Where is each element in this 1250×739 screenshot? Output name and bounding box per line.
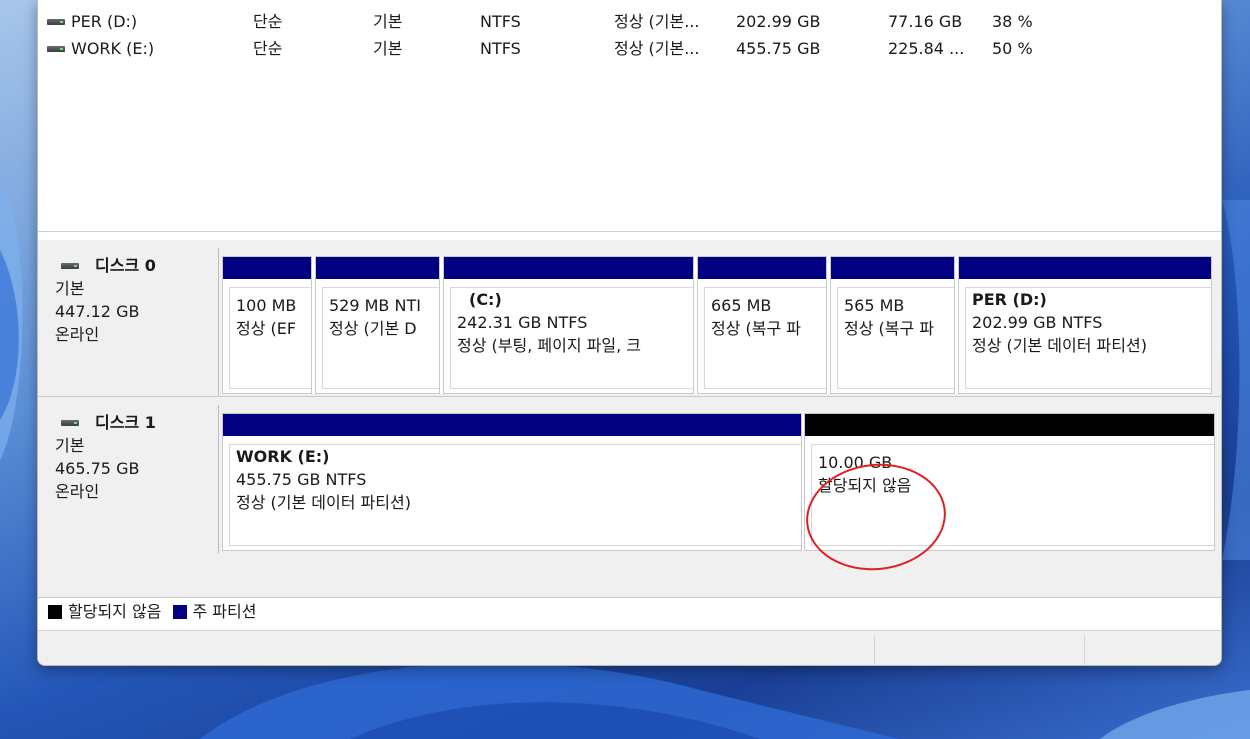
partition[interactable]: 100 MB 정상 (EF (222, 256, 312, 394)
partition-body: 100 MB 정상 (EF (229, 287, 311, 389)
disk-row-1: 디스크 1 기본 465.75 GB 온라인 WORK (E:) 455.75 … (38, 396, 1221, 553)
partition-name: WORK (E:) (236, 447, 330, 466)
partition-status: 정상 (기본 데이터 파티션) (236, 493, 411, 512)
partition-status: 정상 (EF (236, 319, 297, 338)
partition-bar (444, 257, 693, 279)
partition-body: (C:) 242.31 GB NTFS 정상 (부팅, 페이지 파일, 크 (450, 287, 693, 389)
partition-size: 565 MB (844, 296, 905, 315)
legend: 할당되지 않음 주 파티션 (38, 597, 1221, 625)
partition-body: 529 MB NTI 정상 (기본 D (322, 287, 439, 389)
disk-icon (61, 263, 79, 269)
drive-icon (47, 46, 65, 52)
volume-filesystem: NTFS (480, 12, 521, 31)
disk-state: 온라인 (55, 482, 100, 501)
volume-layout: 단순 (253, 12, 283, 31)
disk-title-wrap: 디스크 0 (55, 254, 218, 277)
partition-size: 529 MB NTI (329, 296, 421, 315)
disk-title: 디스크 0 (95, 256, 156, 275)
partition-bar (223, 414, 801, 436)
partition[interactable]: 665 MB 정상 (복구 파 (697, 256, 827, 394)
partition-body: 565 MB 정상 (복구 파 (837, 287, 954, 389)
volume-free-space: 77.16 GB (888, 12, 963, 31)
disk-title-wrap: 디스크 1 (55, 411, 218, 434)
volume-layout: 단순 (253, 39, 283, 58)
partition-bar (959, 257, 1211, 279)
primary-swatch (172, 605, 187, 619)
volume-row[interactable]: WORK (E:) 단순 기본 NTFS 정상 (기본... 455.75 GB… (38, 36, 1221, 62)
partition-strip: 100 MB 정상 (EF 529 MB NTI 정상 (기본 D (C:) 2… (222, 256, 1212, 394)
partition[interactable]: 565 MB 정상 (복구 파 (830, 256, 955, 394)
volume-type: 기본 (373, 39, 403, 58)
disk-state: 온라인 (55, 325, 100, 344)
disk-size: 447.12 GB (55, 302, 140, 321)
volume-free-percent: 38 % (992, 12, 1033, 31)
volume-type: 기본 (373, 12, 403, 31)
partition[interactable]: (C:) 242.31 GB NTFS 정상 (부팅, 페이지 파일, 크 (443, 256, 694, 394)
unallocated-swatch (48, 605, 62, 619)
disk-icon (61, 420, 79, 426)
partition-body: 665 MB 정상 (복구 파 (704, 287, 826, 389)
partition-size: 665 MB (711, 296, 772, 315)
partition-status: 정상 (복구 파 (844, 319, 935, 338)
partition-status: 정상 (기본 데이터 파티션) (972, 336, 1147, 355)
volume-name: PER (D:) (71, 12, 138, 31)
partition[interactable]: PER (D:) 202.99 GB NTFS 정상 (기본 데이터 파티션) (958, 256, 1212, 394)
partition[interactable]: WORK (E:) 455.75 GB NTFS 정상 (기본 데이터 파티션) (222, 413, 802, 551)
partition-status: 할당되지 않음 (818, 476, 912, 495)
partition-name: PER (D:) (972, 290, 1047, 309)
disk-type: 기본 (55, 279, 85, 298)
volume-row[interactable]: PER (D:) 단순 기본 NTFS 정상 (기본... 202.99 GB … (38, 9, 1221, 35)
partition-status: 정상 (기본 D (329, 319, 417, 338)
volume-filesystem: NTFS (480, 39, 521, 58)
volume-name: WORK (E:) (71, 39, 155, 58)
legend-unallocated: 할당되지 않음 (68, 602, 162, 621)
status-bar (38, 630, 1221, 665)
partition-bar (805, 414, 1214, 436)
partition-size: 100 MB (236, 296, 297, 315)
partition-name: (C:) (469, 290, 502, 309)
partition-strip: WORK (E:) 455.75 GB NTFS 정상 (기본 데이터 파티션)… (222, 413, 1215, 551)
volume-capacity: 202.99 GB (736, 12, 821, 31)
partition-status: 정상 (복구 파 (711, 319, 802, 338)
legend-primary: 주 파티션 (192, 602, 257, 621)
partition-bar (831, 257, 954, 279)
partition-body: 10.00 GB 할당되지 않음 (811, 444, 1214, 546)
volume-status: 정상 (기본... (614, 12, 700, 31)
partition-size: 10.00 GB (818, 453, 893, 472)
partition-body: WORK (E:) 455.75 GB NTFS 정상 (기본 데이터 파티션) (229, 444, 801, 546)
status-cell (874, 635, 1084, 665)
graphical-disk-view: 디스크 0 기본 447.12 GB 온라인 100 MB 정상 (EF 529… (38, 240, 1221, 600)
disk-title: 디스크 1 (95, 413, 156, 432)
status-cell (1084, 635, 1221, 665)
partition-bar (698, 257, 826, 279)
partition-bar (316, 257, 439, 279)
partition-bar (223, 257, 311, 279)
partition-status: 정상 (부팅, 페이지 파일, 크 (457, 336, 641, 355)
disk-row-0: 디스크 0 기본 447.12 GB 온라인 100 MB 정상 (EF 529… (38, 240, 1221, 396)
disk-label[interactable]: 디스크 1 기본 465.75 GB 온라인 (41, 405, 219, 553)
drive-icon (47, 19, 65, 25)
partition[interactable]: 529 MB NTI 정상 (기본 D (315, 256, 440, 394)
unallocated-space[interactable]: 10.00 GB 할당되지 않음 (804, 413, 1215, 551)
disk-size: 465.75 GB (55, 459, 140, 478)
partition-size: 202.99 GB NTFS (972, 313, 1103, 332)
disk-type: 기본 (55, 436, 85, 455)
volume-status: 정상 (기본... (614, 39, 700, 58)
disk-management-window: PER (D:) 단순 기본 NTFS 정상 (기본... 202.99 GB … (37, 0, 1222, 666)
partition-size: 242.31 GB NTFS (457, 313, 588, 332)
partition-size: 455.75 GB NTFS (236, 470, 367, 489)
volume-list: PER (D:) 단순 기본 NTFS 정상 (기본... 202.99 GB … (38, 0, 1221, 232)
volume-free-space: 225.84 ... (888, 39, 965, 58)
partition-body: PER (D:) 202.99 GB NTFS 정상 (기본 데이터 파티션) (965, 287, 1211, 389)
volume-free-percent: 50 % (992, 39, 1033, 58)
disk-label[interactable]: 디스크 0 기본 447.12 GB 온라인 (41, 248, 219, 396)
volume-capacity: 455.75 GB (736, 39, 821, 58)
